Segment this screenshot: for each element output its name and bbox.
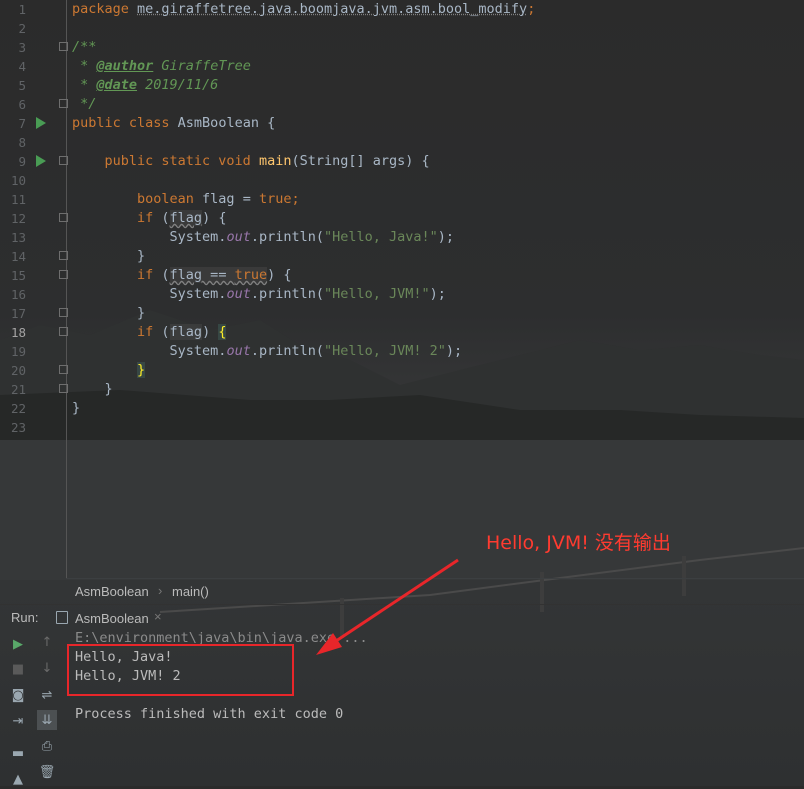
annotation-text: Hello, JVM! 没有输出 bbox=[486, 528, 671, 555]
annotation-arrow-icon bbox=[0, 0, 804, 786]
